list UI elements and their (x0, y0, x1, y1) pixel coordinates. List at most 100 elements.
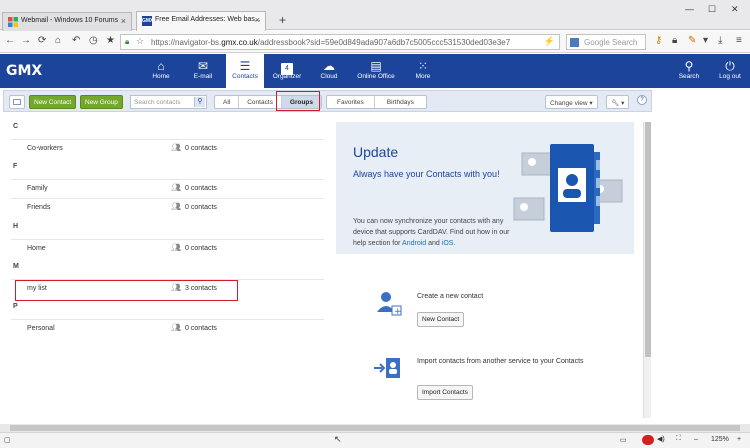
letter-heading: M (13, 263, 19, 270)
reload-icon[interactable]: ⟳ (38, 35, 46, 47)
nav-home[interactable]: ⌂ Home (146, 54, 176, 88)
people-icon: 👥︎ (171, 202, 182, 211)
minimize-icon[interactable]: — (685, 4, 694, 14)
group-name: Co-workers (27, 145, 63, 152)
tools-dropdown[interactable]: 🔧︎ ▾ (606, 95, 630, 109)
url-domain: gmx.co.uk (221, 38, 258, 47)
mail-icon: ✉ (197, 59, 209, 73)
nav-organizer[interactable]: 4 Organizer (270, 54, 304, 88)
address-bar[interactable]: ☆ 🔒︎ https://navigator-bs.gmx.co.uk/addr… (120, 34, 560, 50)
search-contacts-input[interactable]: Search contacts ⚲ (130, 95, 207, 109)
svg-text:+: + (394, 307, 402, 316)
group-row[interactable]: Personal 👥︎ 0 contacts (11, 319, 324, 337)
filter-favorites[interactable]: Favorites (327, 96, 375, 108)
letter-heading: C (13, 123, 19, 130)
nav-search[interactable]: ⚲ Search (674, 54, 704, 88)
bookmark-page-icon[interactable]: ☆ (136, 36, 144, 47)
horizontal-scrollbar[interactable] (0, 424, 750, 432)
nav-online-office[interactable]: ▤ Online Office (354, 54, 398, 88)
nav-more[interactable]: ⁙ More (408, 54, 438, 88)
checkbox-icon (13, 99, 21, 105)
forward-icon[interactable]: → (21, 35, 31, 47)
zoom-minus-icon[interactable]: – (694, 436, 698, 443)
group-name: Friends (27, 204, 51, 211)
speaker-icon[interactable]: ◀) (657, 435, 665, 443)
zoom-plus-icon[interactable]: + (737, 436, 741, 443)
nav-contacts[interactable]: ☰ Contacts (226, 54, 264, 88)
scrollbar-thumb[interactable] (645, 122, 651, 357)
bookmark-star-icon[interactable]: ★ (106, 35, 115, 47)
new-contact-secondary-button[interactable]: New Contact (417, 312, 465, 327)
maximize-icon[interactable]: ☐ (708, 4, 716, 15)
menu-arrow-icon[interactable]: ▾ (703, 35, 708, 47)
import-contacts-button[interactable]: Import Contacts (417, 385, 473, 400)
group-list: C Co-workers 👥︎ 0 contacts F Family 👥︎ 0… (3, 114, 325, 418)
android-link[interactable]: Android (402, 240, 426, 247)
group-row[interactable]: Home 👥︎ 0 contacts (11, 239, 324, 257)
people-icon: 👥︎ (171, 183, 182, 192)
gmx-logo[interactable]: GMX (6, 63, 42, 79)
filter-all[interactable]: All (215, 96, 240, 108)
search-icon[interactable]: ⚲ (194, 97, 205, 107)
key-icon[interactable]: ⚷ (655, 35, 662, 47)
nav-label: Search (678, 73, 700, 80)
paint-icon[interactable]: ✎ (688, 35, 696, 47)
change-view-dropdown[interactable]: Change view ▾ (545, 95, 598, 109)
letter-heading: H (13, 223, 19, 230)
menu-icon[interactable]: ≡ (736, 35, 742, 47)
lightning-icon[interactable]: ⚡ (544, 36, 555, 47)
select-all-checkbox[interactable] (9, 95, 25, 109)
nav-logout[interactable]: ⏻ Log out (714, 54, 746, 88)
zoom-level[interactable]: 125% (711, 436, 729, 443)
browser-nav-bar: ← → ⟳ ⌂ ↶ ◷ ★ ☆ 🔒︎ https://navigator-bs.… (0, 31, 750, 53)
cloud-icon: ☁ (323, 59, 335, 73)
new-group-button[interactable]: New Group (80, 95, 123, 109)
group-row[interactable]: Co-workers 👥︎ 0 contacts (11, 139, 324, 157)
group-row[interactable]: Friends 👥︎ 0 contacts (11, 198, 324, 216)
nav-label: More (415, 73, 431, 80)
nav-cloud[interactable]: ☁ Cloud (314, 54, 344, 88)
letter-heading: P (13, 303, 18, 310)
nav-label: Cloud (320, 73, 338, 80)
address-book-illustration-icon (513, 144, 623, 232)
scrollbar-thumb[interactable] (10, 425, 740, 431)
banner-period: . (453, 240, 456, 247)
adblock-icon[interactable] (642, 435, 654, 445)
search-icon: ⚲ (684, 59, 694, 73)
browser-tab-gmx[interactable]: GMX Free Email Addresses: Web bas... × (136, 11, 266, 31)
search-engine-icon[interactable] (570, 38, 579, 47)
new-tab-icon[interactable]: + (279, 13, 286, 27)
nav-email[interactable]: ✉ E-mail (188, 54, 218, 88)
lock-extension-icon[interactable]: 🔒︎ (672, 35, 677, 47)
help-icon[interactable]: ? (637, 95, 647, 105)
browser-search-input[interactable]: Google Search (566, 34, 646, 50)
chevron-down-icon: ▾ (589, 100, 593, 107)
back-icon[interactable]: ← (5, 35, 15, 47)
display-icon[interactable]: ▭ (620, 436, 627, 444)
undo-icon[interactable]: ↶ (72, 35, 80, 47)
close-tab-icon[interactable]: × (255, 15, 260, 25)
close-window-icon[interactable]: ✕ (731, 4, 739, 15)
group-row[interactable]: Family 👥︎ 0 contacts (11, 179, 324, 197)
status-bar: ▢ ↖ ▭ ◀) ⛶ – 125% + (0, 432, 750, 448)
url-suffix: /addressbook?sid=59e0d849ada907a6db7c500… (257, 38, 511, 47)
home-icon[interactable]: ⌂ (55, 35, 61, 47)
browser-tab-label: Webmail - Windows 10 Forums (21, 17, 119, 24)
people-icon: 👥︎ (171, 143, 182, 152)
history-icon[interactable]: ◷ (89, 35, 98, 47)
highlight-my-list-annotation (15, 280, 238, 301)
status-left-icon[interactable]: ▢ (4, 436, 11, 444)
change-view-label: Change view (550, 100, 588, 107)
close-tab-icon[interactable]: × (121, 16, 126, 26)
ios-link[interactable]: iOS (442, 240, 454, 247)
filter-birthdays[interactable]: Birthdays (375, 96, 426, 108)
download-icon[interactable]: ⤓ (718, 35, 722, 47)
group-count: 0 contacts (185, 204, 217, 211)
fullscreen-icon[interactable]: ⛶ (676, 435, 681, 443)
new-contact-button[interactable]: New Contact (29, 95, 77, 109)
url-prefix: https://navigator-bs. (151, 38, 222, 47)
nav-label: E-mail (193, 73, 213, 80)
browser-tab-webmail[interactable]: Webmail - Windows 10 Forums × (2, 12, 132, 31)
vertical-scrollbar[interactable] (643, 122, 651, 418)
group-count: 0 contacts (185, 245, 217, 252)
